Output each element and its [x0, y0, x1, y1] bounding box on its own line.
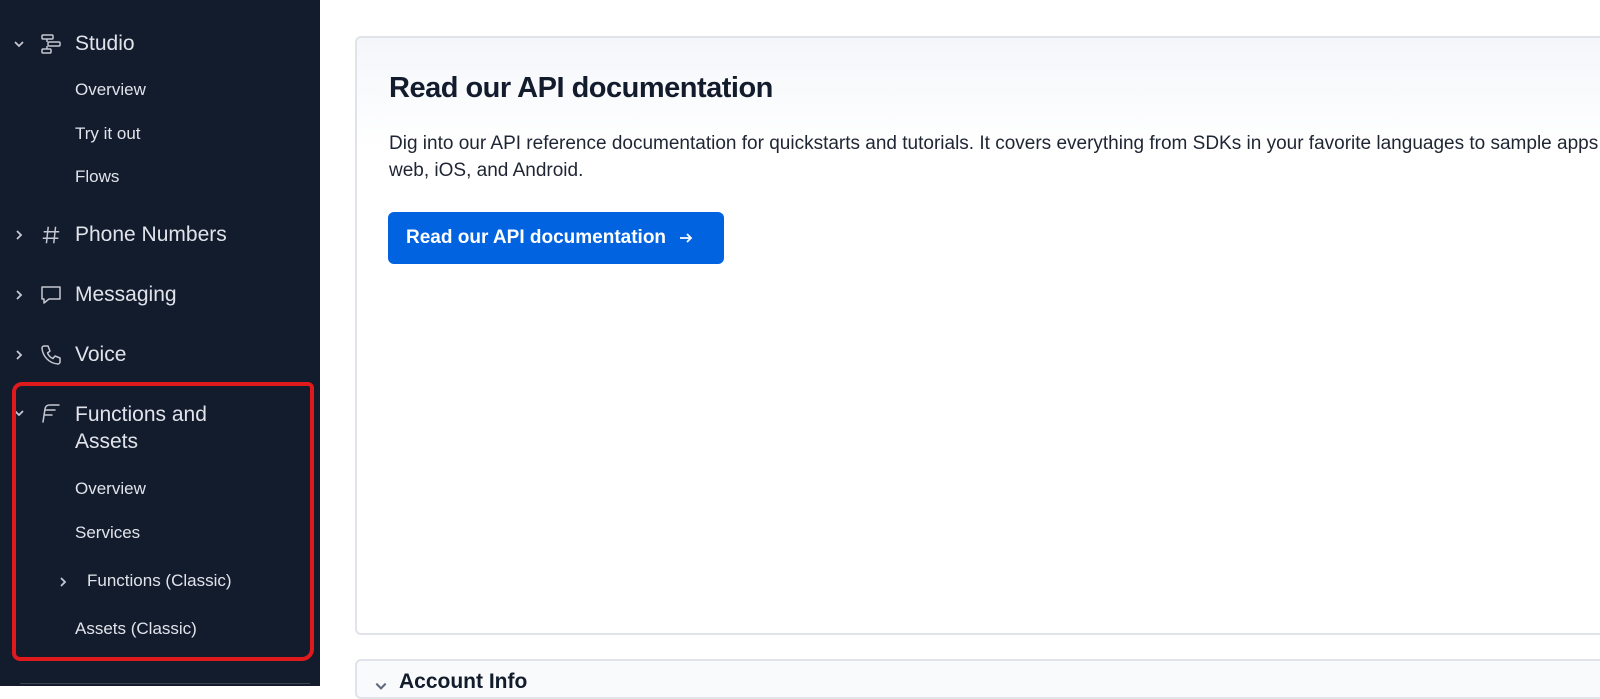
- sidebar-subitem-assets-classic[interactable]: Assets (Classic): [75, 618, 197, 640]
- chevron-right-icon: [12, 288, 26, 302]
- chat-icon: [38, 282, 64, 308]
- read-api-docs-button[interactable]: Read our API documentation: [388, 212, 724, 264]
- sidebar-item-messaging[interactable]: Messaging: [0, 279, 320, 311]
- phone-icon: [38, 342, 64, 368]
- chevron-right-icon: [12, 348, 26, 362]
- chevron-down-icon: [12, 406, 26, 420]
- sidebar-item-voice[interactable]: Voice: [0, 339, 320, 371]
- sidebar-item-label: Voice: [75, 343, 127, 366]
- sidebar-item-label: Studio: [75, 32, 135, 55]
- card-title: Read our API documentation: [389, 72, 773, 104]
- sidebar-subitem-label: Functions (Classic): [87, 571, 232, 590]
- hash-icon: [38, 222, 64, 248]
- sidebar-subitem-services[interactable]: Services: [75, 522, 140, 544]
- sidebar-subitem-studio-overview[interactable]: Overview: [75, 79, 146, 101]
- sidebar-item-label: Phone Numbers: [75, 223, 227, 246]
- chevron-down-icon: [374, 679, 388, 693]
- sidebar-item-functions-and-assets[interactable]: Functions and Assets: [0, 399, 320, 459]
- sidebar-item-label: Assets: [75, 430, 139, 453]
- sidebar-subitem-functions-overview[interactable]: Overview: [75, 478, 146, 500]
- account-info-section[interactable]: [355, 659, 1600, 699]
- chevron-right-icon: [56, 575, 70, 589]
- sidebar-item-phone-numbers[interactable]: Phone Numbers: [0, 219, 320, 251]
- card-description: Dig into our API reference documentation…: [389, 133, 1600, 181]
- chevron-down-icon: [12, 37, 26, 51]
- sidebar-item-label: Messaging: [75, 283, 177, 306]
- functions-icon: [38, 400, 64, 426]
- sidebar-divider: [20, 683, 310, 684]
- flow-icon: [38, 31, 64, 57]
- api-docs-card: [355, 36, 1600, 635]
- sidebar-subitem-functions-classic[interactable]: Functions (Classic): [0, 570, 320, 594]
- arrow-right-icon: [678, 230, 694, 246]
- account-info-title: Account Info: [399, 670, 528, 693]
- sidebar-item-studio[interactable]: Studio: [0, 28, 320, 60]
- sidebar-subitem-try-it-out[interactable]: Try it out: [75, 123, 141, 145]
- sidebar-subitem-flows[interactable]: Flows: [75, 166, 119, 188]
- sidebar: Studio Overview Try it out Flows Phone N…: [0, 0, 320, 686]
- button-label: Read our API documentation: [406, 227, 667, 248]
- chevron-right-icon: [12, 228, 26, 242]
- sidebar-item-label: Functions and: [75, 403, 207, 426]
